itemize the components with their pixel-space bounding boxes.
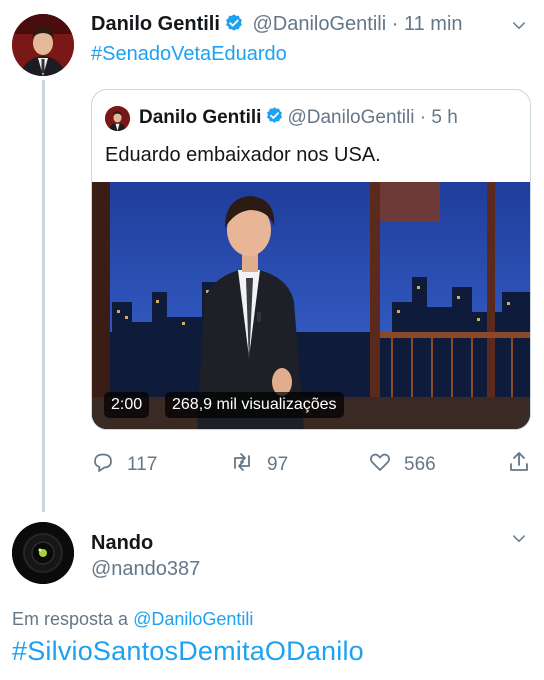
separator-dot: · [391, 13, 399, 35]
reply-icon [91, 450, 127, 480]
reply-author-name[interactable]: Nando [91, 532, 153, 555]
replying-prefix: Em resposta a [12, 609, 129, 629]
retweet-button[interactable]: 97 [229, 450, 288, 480]
quoted-tweet-card[interactable]: Danilo Gentili @DaniloGentili · 5 h Edua… [91, 89, 531, 430]
quoted-timestamp: 5 h [431, 107, 458, 128]
retweet-count: 97 [267, 454, 289, 475]
quoted-tweet-text: Eduardo embaixador nos USA. [105, 144, 381, 166]
reply-count: 117 [127, 454, 158, 475]
share-icon [507, 450, 543, 480]
author-handle[interactable]: @DaniloGentili [252, 13, 386, 35]
reply-hashtag-link[interactable]: #SilvioSantosDemitaODanilo [12, 636, 364, 667]
hashtag-link[interactable]: #SenadoVetaEduardo [91, 43, 287, 66]
verified-icon [265, 106, 284, 131]
verified-icon [224, 13, 244, 39]
thread-connector-line [42, 80, 45, 512]
share-button[interactable] [507, 450, 543, 480]
quoted-tweet-header: Danilo Gentili @DaniloGentili · 5 h [105, 105, 458, 131]
like-icon [368, 450, 404, 480]
tweet-action-bar: 117 97 566 [91, 450, 533, 480]
video-duration-badge: 2:00 [104, 392, 150, 418]
replying-to-link[interactable]: @DaniloGentili [133, 609, 253, 629]
quoted-avatar [105, 105, 130, 131]
reply-button[interactable]: 117 [91, 450, 157, 480]
avatar[interactable] [12, 14, 74, 76]
reply-author-handle[interactable]: @nando387 [91, 558, 200, 581]
video-player[interactable]: 2:00 268,9 mil visualizações [92, 182, 530, 429]
chevron-down-icon[interactable] [510, 17, 528, 41]
like-count: 566 [404, 454, 436, 475]
quoted-author-name: Danilo Gentili [139, 107, 262, 128]
avatar[interactable] [12, 522, 74, 584]
like-button[interactable]: 566 [368, 450, 436, 480]
retweet-icon [229, 450, 267, 480]
chevron-down-icon[interactable] [510, 530, 528, 553]
author-name[interactable]: Danilo Gentili [91, 13, 220, 35]
video-views-badge: 268,9 mil visualizações [165, 392, 344, 418]
replying-to-line: Em resposta a @DaniloGentili [12, 609, 253, 630]
timestamp[interactable]: 11 min [404, 13, 463, 35]
separator-dot: · [419, 107, 427, 128]
quoted-author-handle: @DaniloGentili [287, 107, 415, 128]
tweet-header: Danilo Gentili @DaniloGentili · 11 min [91, 13, 528, 43]
